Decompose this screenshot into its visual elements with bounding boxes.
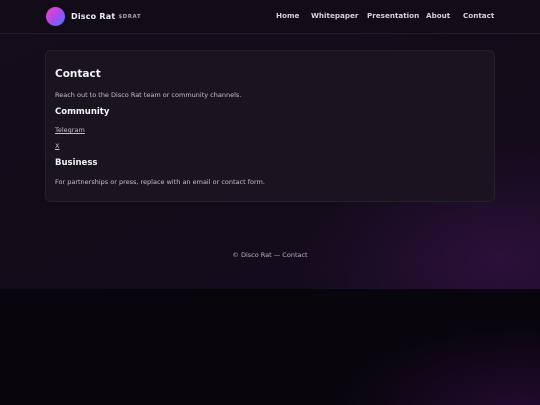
nav-whitepaper[interactable]: Whitepaper [311, 11, 358, 20]
brand-name: Disco Rat [71, 11, 116, 21]
nav-home[interactable]: Home [276, 11, 299, 20]
contact-card: Contact Reach out to the Disco Rat team … [45, 50, 495, 202]
page-lower-background [0, 289, 540, 405]
nav-presentation[interactable]: Presentation [367, 11, 419, 20]
page-background: Disco Rat $DRAT Home Whitepaper Presenta… [0, 0, 540, 289]
x-link[interactable]: X [55, 142, 59, 150]
brand[interactable]: Disco Rat $DRAT [46, 6, 141, 26]
business-heading: Business [55, 158, 98, 168]
brand-ticker: $DRAT [118, 13, 142, 20]
disco-ball-logo-icon [46, 6, 65, 26]
nav-contact[interactable]: Contact [463, 11, 494, 20]
telegram-link[interactable]: Telegram [55, 126, 85, 134]
site-footer: © Disco Rat — Contact [232, 251, 308, 259]
site-header: Disco Rat $DRAT Home Whitepaper Presenta… [0, 0, 540, 34]
nav-about[interactable]: About [426, 11, 450, 20]
intro-text: Reach out to the Disco Rat team or commu… [55, 91, 242, 99]
business-text: For partnerships or press, replace with … [55, 178, 265, 186]
page-title: Contact [55, 68, 101, 80]
community-heading: Community [55, 107, 110, 117]
